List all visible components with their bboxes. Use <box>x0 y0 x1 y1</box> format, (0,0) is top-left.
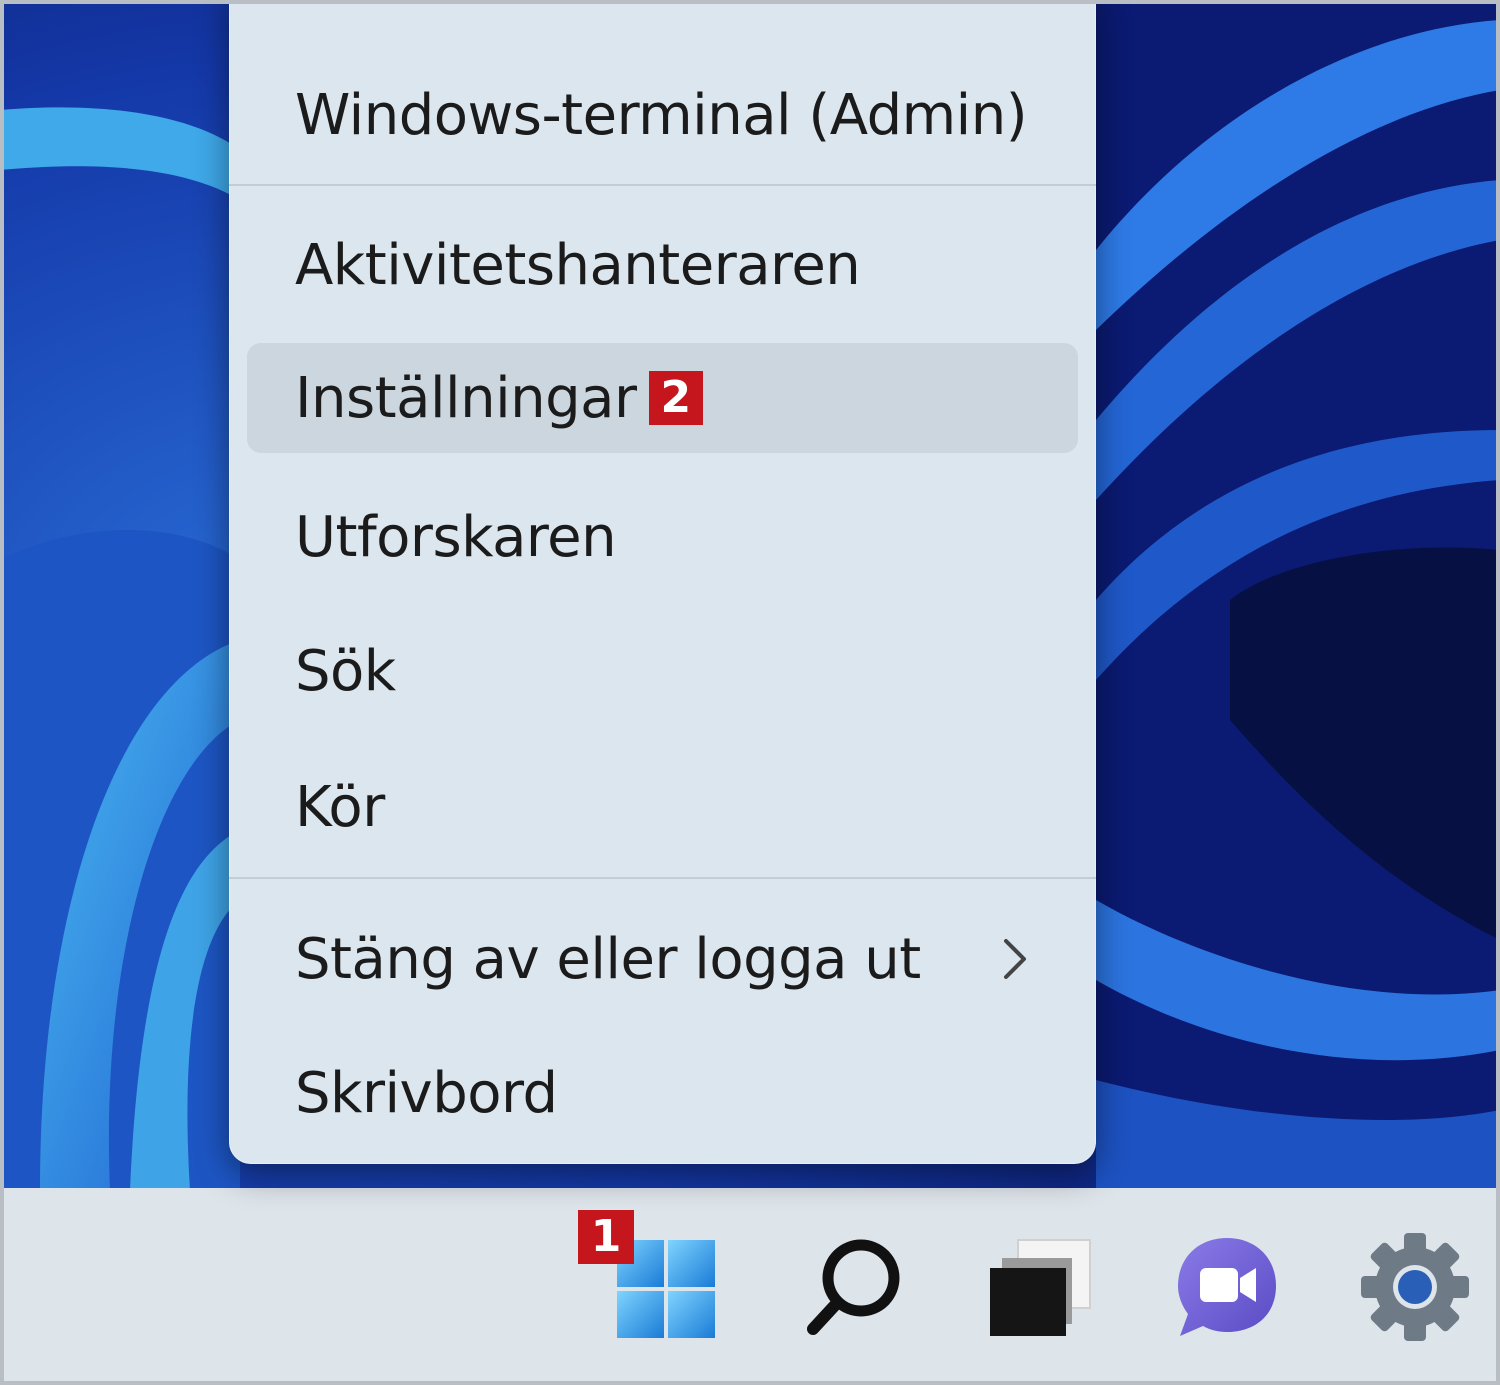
taskbar <box>0 1188 1500 1385</box>
task-view-icon[interactable] <box>980 1228 1098 1346</box>
menu-item-file-explorer[interactable]: Utforskaren <box>229 482 1096 592</box>
menu-item-run[interactable]: Kör <box>229 752 1096 862</box>
settings-icon[interactable] <box>1356 1228 1474 1346</box>
menu-item-label: Stäng av eller logga ut <box>295 926 921 992</box>
step-badge: 1 <box>578 1210 634 1264</box>
menu-item-shut-down-or-sign-out[interactable]: Stäng av eller logga ut <box>229 904 1096 1014</box>
context-menu: Windows-terminal (Admin) Aktivitetshante… <box>229 0 1096 1164</box>
menu-item-windows-terminal-admin[interactable]: Windows-terminal (Admin) <box>229 60 1096 170</box>
chevron-right-icon <box>1004 939 1026 979</box>
menu-item-label: Aktivitetshanteraren <box>295 232 861 298</box>
menu-divider <box>229 877 1096 879</box>
menu-item-settings[interactable]: Inställningar 2 <box>247 343 1078 453</box>
step-badge: 2 <box>648 371 703 425</box>
menu-item-label: Kör <box>295 774 385 840</box>
search-icon[interactable] <box>797 1228 915 1346</box>
menu-item-task-manager[interactable]: Aktivitetshanteraren <box>229 210 1096 320</box>
menu-item-search[interactable]: Sök <box>229 616 1096 726</box>
menu-item-label: Windows-terminal (Admin) <box>295 82 1028 148</box>
menu-divider <box>229 184 1096 186</box>
menu-item-label: Inställningar <box>295 365 637 431</box>
menu-item-label: Utforskaren <box>295 504 617 570</box>
menu-item-desktop[interactable]: Skrivbord <box>229 1038 1096 1148</box>
chat-icon[interactable] <box>1168 1228 1286 1346</box>
menu-item-label: Sök <box>295 638 396 704</box>
menu-item-label: Skrivbord <box>295 1060 558 1126</box>
